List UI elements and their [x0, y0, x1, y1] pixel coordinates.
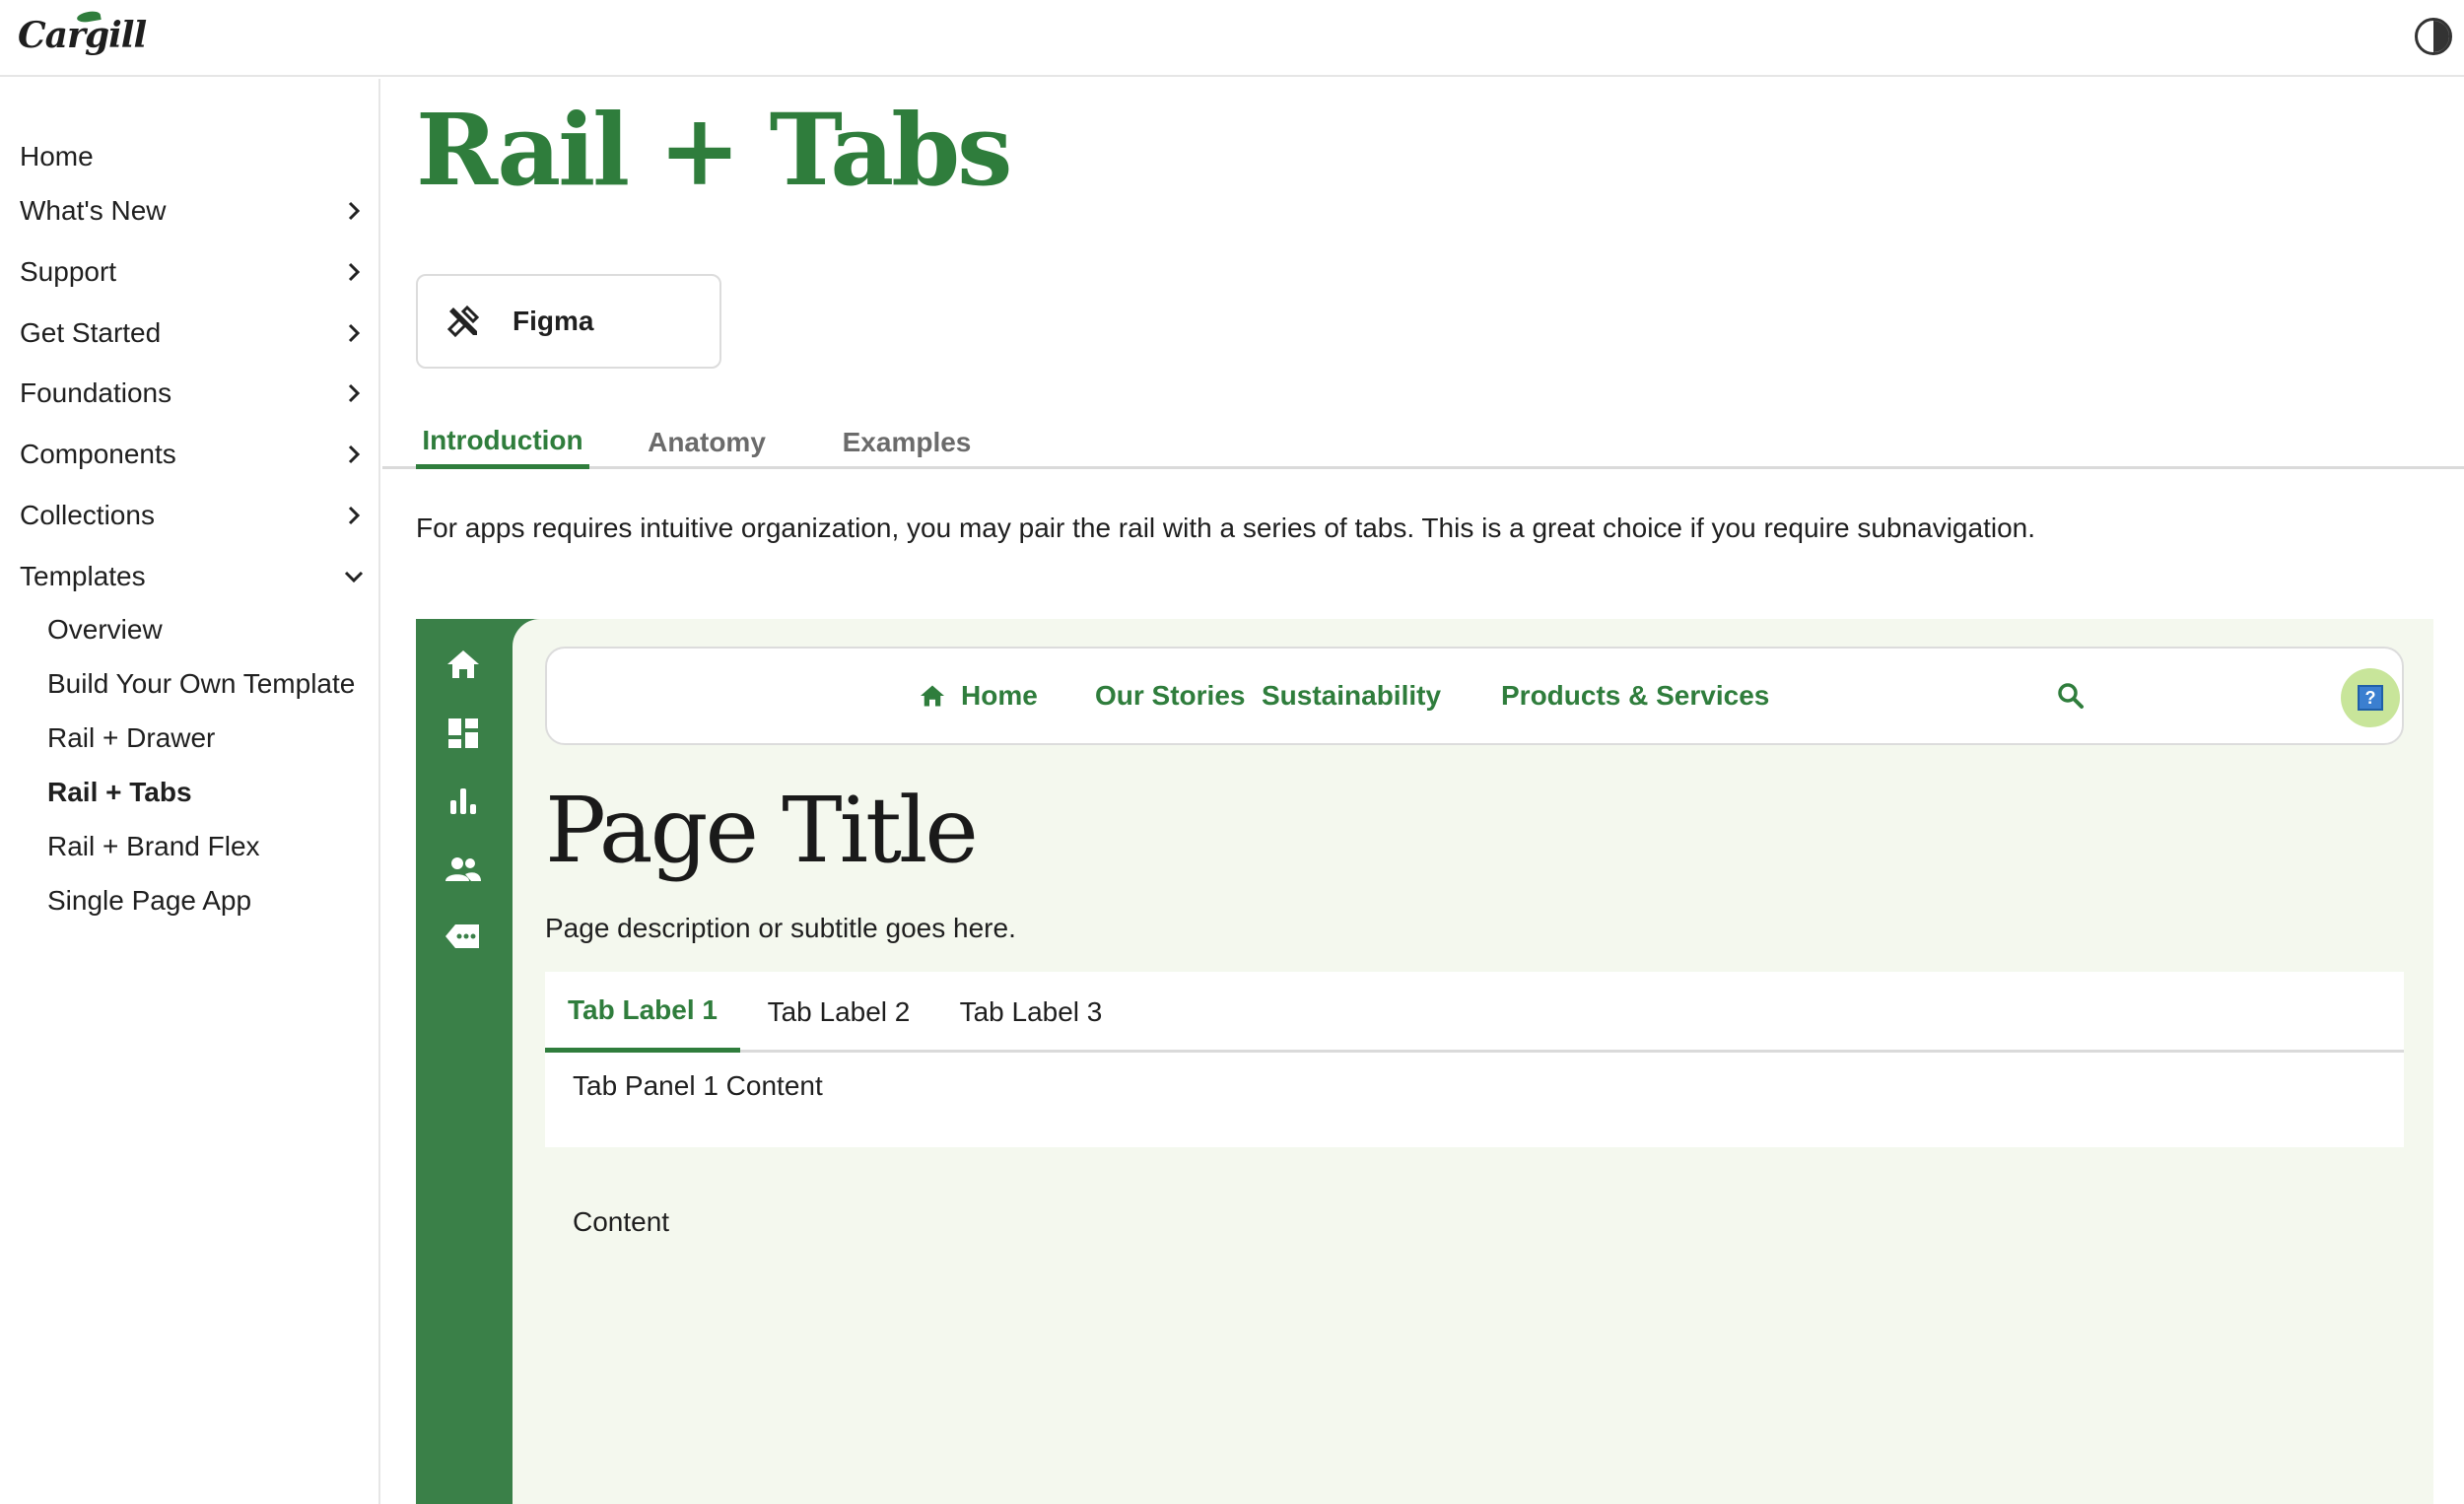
figma-button-label: Figma	[513, 306, 594, 336]
sidebar-item-label: Components	[20, 439, 176, 469]
sidebar-item-label: Get Started	[20, 317, 162, 348]
label-more-icon[interactable]	[444, 917, 483, 956]
sidebar-subitem-label: Build Your Own Template	[47, 668, 356, 699]
doc-tabs: Introduction Anatomy Examples	[382, 406, 2464, 469]
rail-corner	[513, 619, 540, 647]
search-icon[interactable]	[2055, 680, 2087, 712]
home-icon	[921, 685, 944, 707]
sidebar-subitem-rail-tabs[interactable]: Rail + Tabs	[47, 770, 373, 815]
demo-tab-row: Tab Label 1 Tab Label 2 Tab Label 3	[545, 972, 2404, 1053]
app-nav-sustainability[interactable]: Sustainability	[1262, 649, 1441, 743]
app-nav-label: Home	[961, 680, 1038, 711]
sidebar-item-whats-new[interactable]: What's New	[20, 186, 365, 236]
sidebar-subitem-build-your-own[interactable]: Build Your Own Template	[47, 661, 373, 707]
figma-button[interactable]: Figma	[416, 274, 721, 369]
sidebar-item-label: Home	[20, 141, 94, 171]
sidebar-item-home[interactable]: Home	[20, 132, 365, 181]
demo-page-subtitle: Page description or subtitle goes here.	[545, 913, 1016, 943]
chevron-right-icon	[343, 382, 365, 404]
app-nav-home[interactable]: Home	[918, 649, 1038, 743]
demo-tab-3[interactable]: Tab Label 3	[937, 972, 1125, 1053]
sidebar-item-support[interactable]: Support	[20, 247, 365, 297]
chevron-right-icon	[343, 261, 365, 283]
demo-tab-1[interactable]: Tab Label 1	[545, 972, 740, 1053]
sidebar-item-foundations[interactable]: Foundations	[20, 369, 365, 418]
sidebar-item-label: Support	[20, 256, 117, 287]
tab-anatomy[interactable]: Anatomy	[643, 416, 771, 469]
sidebar-item-label: Templates	[20, 561, 146, 591]
design-tools-icon	[446, 305, 480, 338]
people-icon[interactable]	[444, 850, 483, 889]
home-icon[interactable]	[444, 645, 483, 684]
sidebar-subitem-rail-brand-flex[interactable]: Rail + Brand Flex	[47, 824, 373, 869]
sidebar: Home What's New Support Get Started Foun…	[0, 79, 380, 1504]
app-nav-our-stories[interactable]: Our Stories	[1095, 649, 1245, 743]
template-preview: Home Our Stories Sustainability Products…	[416, 619, 2433, 1504]
chevron-down-icon	[343, 566, 365, 587]
sidebar-item-label: What's New	[20, 195, 167, 226]
chevron-right-icon	[343, 322, 365, 344]
bar-chart-icon[interactable]	[444, 781, 483, 820]
demo-tab-2[interactable]: Tab Label 2	[740, 972, 937, 1053]
tab-introduction[interactable]: Introduction	[416, 416, 589, 469]
app-header: Home Our Stories Sustainability Products…	[545, 647, 2404, 745]
avatar[interactable]: ?	[2341, 668, 2400, 727]
sidebar-item-get-started[interactable]: Get Started	[20, 308, 365, 358]
tab-examples[interactable]: Examples	[838, 416, 976, 469]
sidebar-subitem-label: Overview	[47, 614, 163, 645]
theme-toggle-icon[interactable]	[2415, 18, 2452, 55]
demo-tabs-card: Tab Label 1 Tab Label 2 Tab Label 3 Tab …	[545, 972, 2404, 1147]
dashboard-icon[interactable]	[444, 714, 483, 753]
avatar-help-icon: ?	[2358, 685, 2383, 711]
intro-paragraph: For apps requires intuitive organization…	[416, 513, 2035, 543]
cargill-logo[interactable]: Cargill	[18, 9, 147, 61]
app-nav-products-services[interactable]: Products & Services	[1501, 649, 1769, 743]
sidebar-item-components[interactable]: Components	[20, 430, 365, 479]
sidebar-item-collections[interactable]: Collections	[20, 491, 365, 540]
sidebar-subitem-single-page-app[interactable]: Single Page App	[47, 878, 373, 923]
chevron-right-icon	[343, 200, 365, 222]
demo-page-title: Page Title	[545, 778, 979, 883]
nav-rail	[416, 619, 513, 1504]
chevron-right-icon	[343, 444, 365, 465]
sidebar-subitem-label: Rail + Tabs	[47, 777, 192, 807]
demo-tab-panel: Tab Panel 1 Content	[573, 1070, 823, 1101]
page-title: Rail + Tabs	[416, 92, 1012, 208]
top-bar: Cargill	[0, 0, 2464, 77]
sidebar-subitem-rail-drawer[interactable]: Rail + Drawer	[47, 716, 373, 761]
sidebar-item-label: Collections	[20, 500, 155, 530]
sidebar-subitem-label: Single Page App	[47, 885, 252, 916]
sidebar-item-label: Foundations	[20, 377, 172, 408]
demo-content: Content	[573, 1206, 670, 1237]
chevron-right-icon	[343, 505, 365, 526]
sidebar-subitem-label: Rail + Drawer	[47, 722, 216, 753]
sidebar-subitem-overview[interactable]: Overview	[47, 607, 373, 652]
sidebar-item-templates[interactable]: Templates	[20, 552, 365, 601]
sidebar-subitem-label: Rail + Brand Flex	[47, 831, 260, 861]
